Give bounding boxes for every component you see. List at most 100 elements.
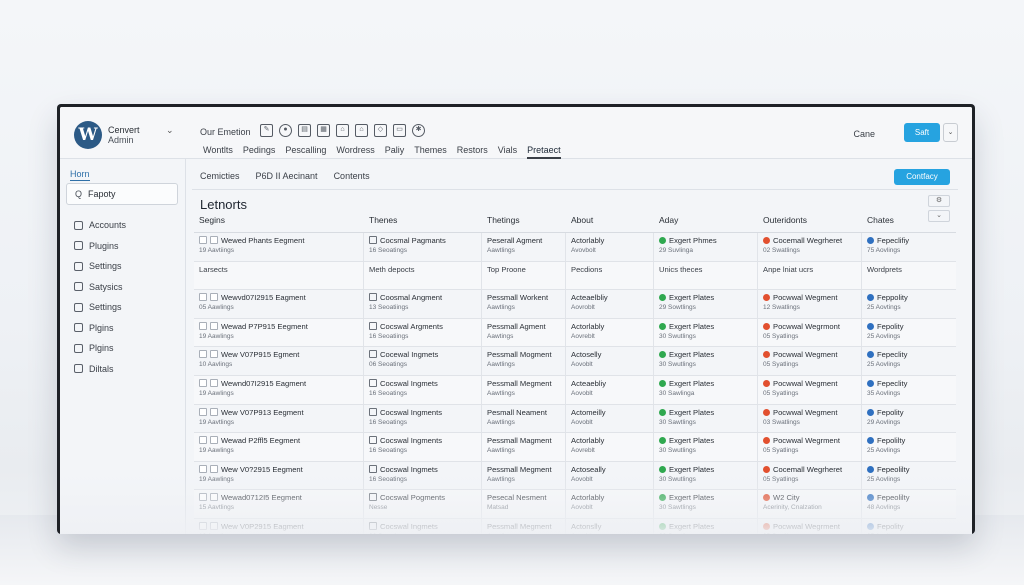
- row-checkbox[interactable]: [199, 350, 207, 359]
- table-cell: Wew V07P913 Eegment 19 Aavtlings: [194, 404, 364, 433]
- status-dot-icon: [867, 494, 874, 502]
- subtab-p6d[interactable]: P6D II Aecinant: [256, 171, 318, 181]
- row-checkbox[interactable]: [199, 493, 207, 502]
- theme-icon: [369, 436, 377, 445]
- table-cell: Cocswal Pogments Nesse: [364, 490, 482, 518]
- sidebar-item-plgins-2[interactable]: Plgins: [74, 338, 126, 359]
- column-header[interactable]: Chates: [862, 216, 956, 228]
- table-row[interactable]: Wew V07P915 Egment 10 Aavlings Cocewal Ing…: [194, 347, 956, 376]
- cell-text: Larsects: [199, 264, 228, 274]
- house-icon[interactable]: ⌂: [355, 124, 368, 137]
- cell-text: Wew V0?2915 Eegment: [221, 464, 303, 474]
- sidebar-item-settings-2[interactable]: Settings: [74, 297, 126, 318]
- circle-icon[interactable]: ●: [279, 124, 292, 137]
- table-row[interactable]: Wewed Phants Eegment 19 Aavtiings Cocsmal …: [194, 233, 956, 262]
- column-header[interactable]: Aday: [654, 216, 758, 228]
- row-checkbox[interactable]: [199, 464, 207, 473]
- sidebar-item-plgins[interactable]: Plgins: [74, 318, 126, 339]
- table-row[interactable]: Larsects Meth depocts Top Proone Pecdions Un…: [194, 261, 956, 291]
- column-header[interactable]: About: [566, 216, 654, 228]
- cell-subtext: 35 Aovlings: [867, 389, 901, 397]
- subtab-cemicties[interactable]: Cemicties: [200, 171, 240, 181]
- table-icon[interactable]: ▤: [298, 124, 311, 137]
- save-button[interactable]: Saft: [904, 123, 940, 142]
- cell-subtext: 05 Aawlings: [199, 304, 234, 312]
- row-checkbox[interactable]: [199, 407, 207, 416]
- cell-text: Wewed Phants Eegment: [221, 236, 305, 245]
- table-row[interactable]: Wewnd07I2915 Eagment 19 Aawlings Cocswal I…: [194, 375, 956, 405]
- chevron-down-icon[interactable]: ⌄: [943, 123, 958, 142]
- cell-subtext: Aawtlings: [487, 361, 515, 369]
- grid-icon[interactable]: ▦: [317, 124, 330, 137]
- status-dot-icon: [763, 408, 770, 416]
- home-icon[interactable]: ⌂: [336, 124, 349, 137]
- row-checkbox-secondary[interactable]: [210, 378, 218, 387]
- row-checkbox-secondary[interactable]: [210, 350, 218, 359]
- row-checkbox[interactable]: [199, 321, 207, 330]
- tab-paliy[interactable]: Paliy: [385, 145, 405, 159]
- tab-restors[interactable]: Restors: [457, 145, 488, 159]
- table-cell: Pessmall Agment Aawtings: [482, 318, 566, 347]
- table-row[interactable]: Wew V07P913 Eegment 19 Aavtlings Cocswal I…: [194, 404, 956, 434]
- cane-link[interactable]: Cane: [853, 129, 875, 139]
- gear-icon[interactable]: ✱: [412, 124, 425, 137]
- column-header[interactable]: Segins: [194, 216, 364, 228]
- tab-pedings[interactable]: Pedings: [243, 145, 276, 159]
- cell-subtext: Aawtlings: [487, 447, 515, 455]
- row-checkbox-secondary[interactable]: [210, 236, 218, 244]
- row-checkbox-secondary[interactable]: [210, 436, 218, 445]
- row-checkbox[interactable]: [199, 378, 207, 387]
- table-row[interactable]: Wew V0P2915 Eagment19 AawlingsCocswal In…: [194, 518, 956, 534]
- tab-wontlts[interactable]: Wontlts: [203, 145, 233, 159]
- sidebar-item-accounts[interactable]: Accounts: [74, 215, 126, 236]
- tab-themes[interactable]: Themes: [414, 145, 447, 159]
- table-cell: Coosmal Angment 13 Seoatiings: [364, 290, 482, 318]
- settings-icon[interactable]: ⚙: [928, 195, 950, 207]
- sidebar-home-link[interactable]: Horn: [70, 169, 90, 181]
- table-row[interactable]: Wewad P2ffl5 Eegment 19 Aawlings Cocswal I…: [194, 433, 956, 462]
- screen: W Cenvert Admin ⌄ Our Emetion ✎ ● ▤ ▦ ⌂ …: [60, 107, 972, 534]
- row-checkbox-secondary[interactable]: [210, 521, 218, 530]
- sidebar-item-plugins[interactable]: Plugins: [74, 236, 126, 257]
- row-checkbox-secondary[interactable]: [210, 321, 218, 330]
- cell-subtext: Nesse: [369, 504, 388, 512]
- sidebar-search[interactable]: Q Fapoty: [66, 183, 178, 205]
- table-row[interactable]: Wewad0712I5 Eegment 15 Aavtlings Cocswal P…: [194, 490, 956, 519]
- primary-button[interactable]: Contfacy: [894, 169, 950, 185]
- tab-wordress[interactable]: Wordress: [336, 145, 374, 159]
- page-title: Letnorts: [200, 197, 247, 212]
- row-checkbox-secondary[interactable]: [210, 407, 218, 416]
- table-cell: Pocwwal Wegment 05 Syatlings: [758, 375, 862, 404]
- row-checkbox[interactable]: [199, 436, 207, 445]
- site-name[interactable]: Cenvert: [108, 125, 140, 135]
- row-checkbox[interactable]: [199, 236, 207, 244]
- tab-vials[interactable]: Vials: [498, 145, 517, 159]
- subtab-contents[interactable]: Contents: [334, 171, 370, 181]
- chevron-down-icon[interactable]: ⌄: [166, 125, 174, 136]
- row-checkbox[interactable]: [199, 293, 207, 302]
- row-checkbox-secondary[interactable]: [210, 493, 218, 502]
- row-checkbox[interactable]: [199, 521, 207, 530]
- cell-text: Wewnd07I2915 Eagment: [221, 378, 307, 388]
- table-cell: Pesecal Nesment Matsad: [482, 490, 566, 518]
- column-header[interactable]: Outeridonts: [758, 216, 862, 228]
- table-row[interactable]: Wew V0?2915 Eegment 19 Aawlings Cocswal In…: [194, 461, 956, 491]
- document-icon[interactable]: ▭: [393, 124, 406, 137]
- sidebar-item-settings[interactable]: Settings: [74, 256, 126, 277]
- cell-text: Fepeolilty: [877, 493, 910, 503]
- table-cell: Actoseally Aovoblt: [566, 461, 654, 490]
- table-row[interactable]: Wewvd07I2915 Eagment 05 Aawlings Coosmal A…: [194, 290, 956, 319]
- sidebar-item-diltals[interactable]: Diltals: [74, 359, 126, 380]
- row-checkbox-secondary[interactable]: [210, 293, 218, 302]
- column-header[interactable]: Thenes: [364, 216, 482, 228]
- tab-pretaect[interactable]: Pretaect: [527, 145, 561, 159]
- table-row[interactable]: Wewad P7P915 Eegment 19 Aawlings Cocswal A…: [194, 318, 956, 348]
- wordpress-logo-icon[interactable]: W: [74, 121, 102, 149]
- toolbar-icons: ✎ ● ▤ ▦ ⌂ ⌂ ◇ ▭ ✱: [260, 124, 425, 137]
- shield-icon[interactable]: ◇: [374, 124, 387, 137]
- sidebar-item-satysics[interactable]: Satysics: [74, 277, 126, 298]
- row-checkbox-secondary[interactable]: [210, 464, 218, 473]
- column-header[interactable]: Thetings: [482, 216, 566, 228]
- tab-pescalling[interactable]: Pescalling: [285, 145, 326, 159]
- edit-icon[interactable]: ✎: [260, 124, 273, 137]
